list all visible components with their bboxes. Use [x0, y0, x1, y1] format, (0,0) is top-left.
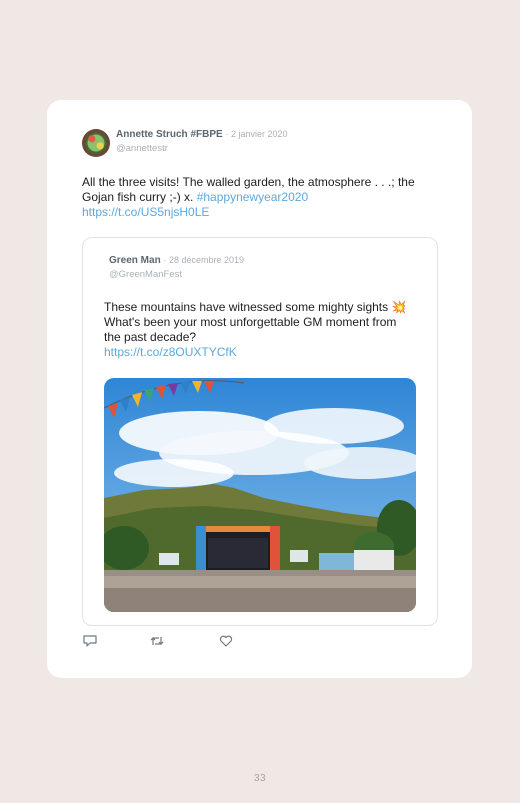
quoted-author-name[interactable]: Green Man — [109, 255, 161, 266]
festival-photo-image — [104, 378, 416, 612]
author-name[interactable]: Annette Struch #FBPE — [116, 129, 223, 140]
quoted-tweet[interactable]: Green Man · 28 décembre 2019 @GreenManFe… — [82, 237, 438, 626]
page-number: 33 — [253, 773, 267, 784]
quoted-tweet-text: These mountains have witnessed some migh… — [104, 300, 414, 360]
quoted-tweet-link[interactable]: https://t.co/z8OUXTYCfK — [104, 345, 237, 359]
tweet-text: All the three visits! The walled garden,… — [82, 175, 442, 220]
tweet-link[interactable]: https://t.co/US5njsH0LE — [82, 205, 209, 219]
hashtag-link[interactable]: #happynewyear2020 — [197, 190, 308, 204]
author-handle[interactable]: @annettestr — [116, 143, 168, 154]
reply-icon[interactable] — [82, 633, 98, 649]
collision-emoji-icon: 💥 — [391, 300, 407, 314]
quoted-text-part1: These mountains have witnessed some migh… — [104, 300, 392, 314]
festival-photo[interactable] — [104, 378, 416, 612]
tweet-actions — [82, 633, 282, 649]
retweet-icon[interactable] — [149, 633, 165, 649]
heart-icon[interactable] — [218, 633, 234, 649]
quoted-author-handle[interactable]: @GreenManFest — [109, 269, 182, 280]
tweet-card: Annette Struch #FBPE · 2 janvier 2020 @a… — [47, 100, 472, 678]
quoted-text-part2: What's been your most unforgettable GM m… — [104, 315, 397, 344]
tweet-date[interactable]: 2 janvier 2020 — [231, 129, 288, 139]
quoted-tweet-date[interactable]: 28 décembre 2019 — [169, 255, 244, 265]
quoted-tweet-header: Green Man · 28 décembre 2019 — [109, 255, 245, 266]
tweet-header: Annette Struch #FBPE · 2 janvier 2020 — [116, 129, 288, 140]
avatar[interactable] — [82, 129, 110, 157]
